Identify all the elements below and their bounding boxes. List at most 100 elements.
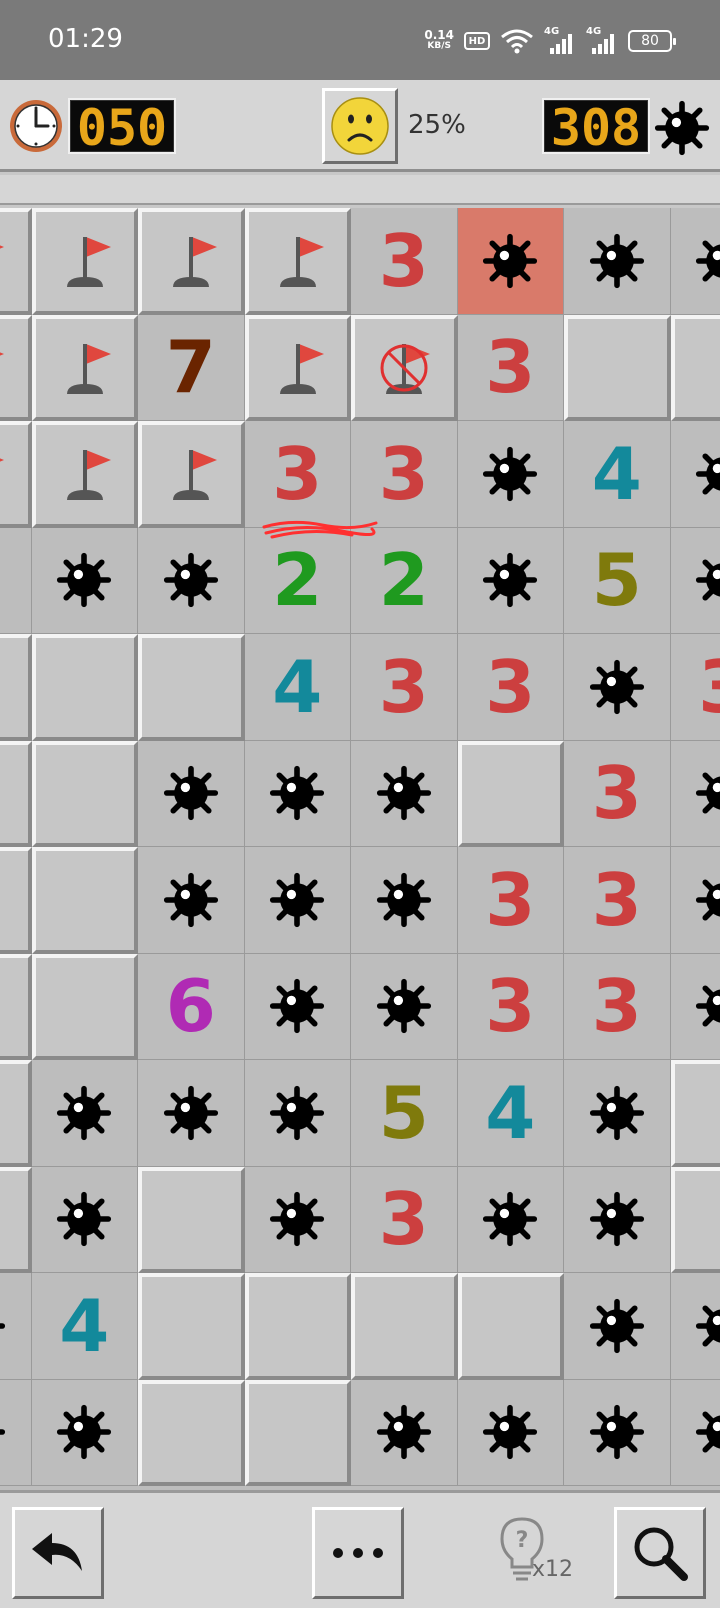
number-cell[interactable]: 3	[457, 847, 564, 954]
mine-cell[interactable]	[138, 527, 245, 634]
mine-cell[interactable]	[457, 527, 564, 634]
number-cell[interactable]: 4	[457, 1060, 564, 1167]
covered-cell[interactable]	[0, 1166, 32, 1273]
minefield-board[interactable]: 37333422543333336335434	[0, 208, 720, 1490]
number-cell[interactable]: 6	[138, 953, 245, 1060]
number-cell[interactable]: 5	[351, 1060, 458, 1167]
number-cell[interactable]: 3	[457, 634, 564, 741]
mine-cell[interactable]	[31, 1379, 138, 1486]
number-cell[interactable]: 2	[244, 527, 351, 634]
covered-cell[interactable]	[0, 953, 32, 1060]
flagged-cell[interactable]	[244, 314, 351, 421]
flagged-cell[interactable]	[244, 208, 351, 315]
covered-cell[interactable]	[670, 1166, 720, 1273]
covered-cell[interactable]	[138, 634, 245, 741]
number-cell[interactable]: 3	[457, 953, 564, 1060]
mine-cell[interactable]	[31, 1166, 138, 1273]
covered-cell[interactable]	[457, 740, 564, 847]
mine-cell[interactable]	[351, 740, 458, 847]
mine-cell[interactable]	[670, 740, 720, 847]
mine-cell[interactable]	[244, 953, 351, 1060]
number-cell[interactable]: 5	[564, 527, 671, 634]
mine-cell[interactable]	[564, 634, 671, 741]
mine-cell[interactable]	[670, 421, 720, 528]
mine-cell[interactable]	[670, 208, 720, 315]
more-options-button[interactable]	[312, 1507, 404, 1599]
flagged-cell[interactable]	[0, 421, 32, 528]
covered-cell[interactable]	[31, 740, 138, 847]
hint-button[interactable]: ? x12	[498, 1515, 578, 1595]
covered-cell[interactable]	[31, 953, 138, 1060]
mine-cell[interactable]	[670, 527, 720, 634]
mine-cell[interactable]	[564, 1379, 671, 1486]
mine-cell[interactable]	[351, 847, 458, 954]
exploded-mine-cell[interactable]	[457, 208, 564, 315]
flagged-cell[interactable]	[31, 208, 138, 315]
covered-cell[interactable]	[138, 1166, 245, 1273]
flagged-cell[interactable]	[0, 314, 32, 421]
mine-cell[interactable]	[457, 421, 564, 528]
mine-cell[interactable]	[244, 740, 351, 847]
covered-cell[interactable]	[0, 1060, 32, 1167]
wrong-flag-cell[interactable]	[351, 314, 458, 421]
covered-cell[interactable]	[244, 1379, 351, 1486]
mine-cell[interactable]	[564, 1060, 671, 1167]
flagged-cell[interactable]	[31, 314, 138, 421]
number-cell[interactable]: 3	[564, 847, 671, 954]
covered-cell[interactable]	[31, 847, 138, 954]
number-cell[interactable]: 4	[244, 634, 351, 741]
covered-cell[interactable]	[31, 634, 138, 741]
mine-cell[interactable]	[31, 1060, 138, 1167]
mine-cell[interactable]	[670, 1273, 720, 1380]
mine-cell[interactable]	[670, 1379, 720, 1486]
number-cell[interactable]: 3	[670, 634, 720, 741]
face-button[interactable]	[322, 88, 398, 164]
flagged-cell[interactable]	[31, 421, 138, 528]
covered-cell[interactable]	[670, 1060, 720, 1167]
search-button[interactable]	[614, 1507, 706, 1599]
open-cell[interactable]	[0, 527, 32, 634]
mine-cell[interactable]	[138, 740, 245, 847]
covered-cell[interactable]	[244, 1273, 351, 1380]
mine-cell[interactable]	[564, 1273, 671, 1380]
number-cell[interactable]: 4	[31, 1273, 138, 1380]
covered-cell[interactable]	[0, 847, 32, 954]
mine-cell[interactable]	[244, 1166, 351, 1273]
covered-cell[interactable]	[0, 740, 32, 847]
mine-cell[interactable]	[457, 1166, 564, 1273]
mine-cell[interactable]	[0, 1273, 32, 1380]
mine-cell[interactable]	[138, 847, 245, 954]
covered-cell[interactable]	[138, 1379, 245, 1486]
flagged-cell[interactable]	[138, 208, 245, 315]
number-cell[interactable]: 3	[564, 953, 671, 1060]
mine-cell[interactable]	[564, 1166, 671, 1273]
number-cell[interactable]: 4	[564, 421, 671, 528]
mine-cell[interactable]	[0, 1379, 32, 1486]
flagged-cell[interactable]	[138, 421, 245, 528]
covered-cell[interactable]	[138, 1273, 245, 1380]
number-cell[interactable]: 3	[351, 208, 458, 315]
number-cell[interactable]: 3	[244, 421, 351, 528]
number-cell[interactable]: 3	[457, 314, 564, 421]
undo-button[interactable]	[12, 1507, 104, 1599]
mine-cell[interactable]	[138, 1060, 245, 1167]
flagged-cell[interactable]	[0, 208, 32, 315]
mine-cell[interactable]	[351, 1379, 458, 1486]
mine-cell[interactable]	[244, 847, 351, 954]
number-cell[interactable]: 3	[351, 634, 458, 741]
covered-cell[interactable]	[0, 634, 32, 741]
mine-cell[interactable]	[564, 208, 671, 315]
covered-cell[interactable]	[457, 1273, 564, 1380]
covered-cell[interactable]	[564, 314, 671, 421]
mine-cell[interactable]	[457, 1379, 564, 1486]
mine-cell[interactable]	[351, 953, 458, 1060]
mine-cell[interactable]	[670, 953, 720, 1060]
mine-cell[interactable]	[670, 847, 720, 954]
mine-cell[interactable]	[31, 527, 138, 634]
covered-cell[interactable]	[351, 1273, 458, 1380]
number-cell[interactable]: 3	[564, 740, 671, 847]
number-cell[interactable]: 3	[351, 1166, 458, 1273]
number-cell[interactable]: 3	[351, 421, 458, 528]
number-cell[interactable]: 2	[351, 527, 458, 634]
mine-cell[interactable]	[244, 1060, 351, 1167]
